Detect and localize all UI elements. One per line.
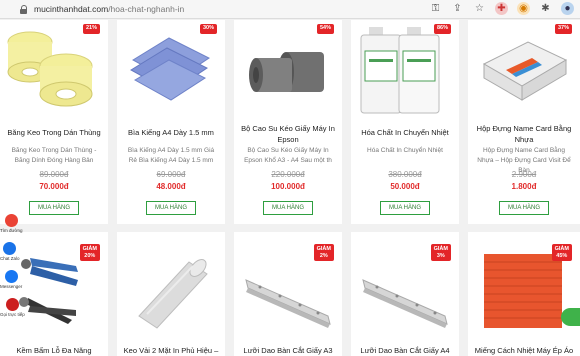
product-card[interactable]: Keo Vải 2 Mặt In Phủ Hiệu –	[117, 232, 225, 356]
contact-label: Chat Zalo	[0, 256, 20, 261]
puzzle-icon[interactable]: ✱	[539, 2, 552, 15]
product-description: Bìa Kiếng A4 Dày 1.5 mm Giá Rẻ Bìa Kiếng…	[127, 147, 215, 165]
buy-button[interactable]: MUA HÀNG	[380, 201, 430, 215]
discount-badge: 86%	[433, 24, 451, 34]
old-price: 2.900đ	[511, 170, 537, 179]
discount-badge: 54%	[316, 24, 334, 34]
discount-badge: GIẢM 45%	[551, 244, 572, 262]
buy-button[interactable]: MUA HÀNG	[499, 201, 549, 215]
discount-badge: 37%	[554, 24, 572, 34]
browser-address-bar: mucinthanhdat.com/hoa-chat-nghanh-in ⚿ ⇪…	[0, 0, 580, 19]
product-title[interactable]: Lưỡi Dao Bàn Cắt Giấy A4	[355, 346, 455, 356]
product-image[interactable]	[117, 20, 225, 120]
badge-label: GIẢM	[82, 246, 97, 252]
product-description: Bộ Cao Su Kéo Giấy Máy In Epson Khổ A3 -…	[244, 147, 332, 165]
product-card[interactable]: 21% Băng Keo Trong Dán Thùng Băng Keo Tr…	[0, 20, 108, 224]
product-image[interactable]	[234, 20, 342, 120]
globe-icon[interactable]: ◉	[517, 2, 530, 15]
buy-button[interactable]: MUA HÀNG	[146, 201, 196, 215]
old-price: 380.000đ	[388, 170, 422, 179]
product-title[interactable]: Miếng Cách Nhiệt Máy Ép Áo	[472, 346, 576, 356]
product-image[interactable]	[468, 20, 580, 120]
discount-badge: GIẢM 2%	[313, 244, 334, 262]
phone-icon[interactable]	[5, 298, 19, 311]
old-price: 89.000đ	[39, 170, 69, 179]
product-title[interactable]: Lưỡi Dao Bàn Cắt Giấy A3	[238, 346, 338, 356]
product-image[interactable]	[0, 20, 108, 120]
badge-value: 45%	[556, 252, 568, 259]
product-card[interactable]: 30% Bìa Kiếng A4 Dày 1.5 mm Bìa Kiếng A4…	[117, 20, 225, 224]
badge-label: GIẢM	[316, 246, 331, 252]
product-grid: 21% Băng Keo Trong Dán Thùng Băng Keo Tr…	[0, 20, 580, 356]
star-icon[interactable]: ☆	[473, 2, 486, 15]
badge-value: 20%	[84, 252, 96, 259]
contact-label: Gọi trực tiếp	[0, 312, 25, 317]
product-card[interactable]: GIẢM 3% Lưỡi Dao Bàn Cắt Giấy A4	[351, 232, 459, 356]
url-path: /hoa-chat-nghanh-in	[108, 4, 185, 14]
sale-price: 48.000đ	[156, 182, 186, 191]
product-image[interactable]	[351, 20, 459, 120]
product-title[interactable]: Băng Keo Trong Dán Thùng	[4, 128, 104, 139]
url-field[interactable]: mucinthanhdat.com/hoa-chat-nghanh-in	[34, 4, 184, 14]
buy-button[interactable]: MUA HÀNG	[29, 201, 79, 215]
badge-value: 3%	[436, 252, 445, 259]
badge-value: 2%	[319, 252, 328, 259]
product-title[interactable]: Hóa Chất In Chuyển Nhiệt	[355, 128, 455, 139]
url-domain: mucinthanhdat.com	[34, 4, 109, 14]
old-price: 69.000đ	[156, 170, 186, 179]
discount-badge: 21%	[82, 24, 100, 34]
product-title[interactable]: Hộp Đựng Name Card Bằng Nhựa	[472, 124, 576, 146]
product-title[interactable]: Bìa Kiếng A4 Dày 1.5 mm	[121, 128, 221, 139]
messenger-contact[interactable]: Messenger	[0, 270, 22, 289]
product-card[interactable]: GIẢM 2% Lưỡi Dao Bàn Cắt Giấy A3	[234, 232, 342, 356]
map-pin-icon[interactable]	[4, 214, 18, 227]
sale-price: 50.000đ	[390, 182, 420, 191]
product-description: Băng Keo Trong Dán Thùng - Băng Dính Đón…	[11, 147, 97, 165]
call-button[interactable]	[561, 308, 580, 326]
share-icon[interactable]: ⇪	[451, 2, 464, 15]
shield-icon[interactable]: ✚	[495, 2, 508, 15]
buy-button[interactable]: MUA HÀNG	[263, 201, 313, 215]
key-icon[interactable]: ⚿	[429, 2, 442, 15]
product-card[interactable]: 54% Bộ Cao Su Kéo Giấy Máy In Epson Bộ C…	[234, 20, 342, 224]
product-description: Hóa Chất In Chuyển Nhiệt	[367, 147, 443, 154]
zalo-icon[interactable]	[3, 242, 17, 255]
contact-label: Messenger	[0, 284, 23, 289]
product-title[interactable]: Keo Vải 2 Mặt In Phủ Hiệu –	[121, 346, 221, 356]
product-image[interactable]	[117, 232, 225, 340]
messenger-icon[interactable]	[4, 270, 18, 283]
contact-label: Tìm đường	[0, 228, 23, 233]
discount-badge: GIẢM 20%	[79, 244, 100, 262]
directions-contact[interactable]: Tìm đường	[0, 214, 22, 233]
profile-icon[interactable]: ●	[561, 2, 574, 15]
sale-price: 1.800đ	[511, 182, 537, 191]
discount-badge: 30%	[199, 24, 217, 34]
product-card[interactable]: GIẢM 45% Miếng Cách Nhiệt Máy Ép Áo	[468, 232, 580, 356]
badge-label: GIẢM	[433, 246, 448, 252]
sale-price: 100.000đ	[271, 182, 305, 191]
product-title[interactable]: Kềm Bấm Lỗ Đa Năng	[4, 346, 104, 356]
product-title[interactable]: Bộ Cao Su Kéo Giấy Máy In Epson	[238, 124, 338, 146]
old-price: 220.000đ	[271, 170, 305, 179]
product-card[interactable]: 37% Hộp Đựng Name Card Bằng Nhựa Hộp Đựn…	[468, 20, 580, 224]
sale-price: 70.000đ	[39, 182, 69, 191]
product-card[interactable]: 86% Hóa Chất In Chuyển Nhiệt Hóa Chất In…	[351, 20, 459, 224]
browser-toolbar-icons: ⚿ ⇪ ☆ ✚ ◉ ✱ ●	[429, 2, 574, 15]
discount-badge: GIẢM 3%	[430, 244, 451, 262]
lock-icon[interactable]	[20, 4, 28, 14]
call-contact[interactable]: Gọi trực tiếp	[0, 298, 25, 317]
zalo-contact[interactable]: Chat Zalo	[0, 242, 20, 261]
badge-label: GIẢM	[554, 246, 569, 252]
